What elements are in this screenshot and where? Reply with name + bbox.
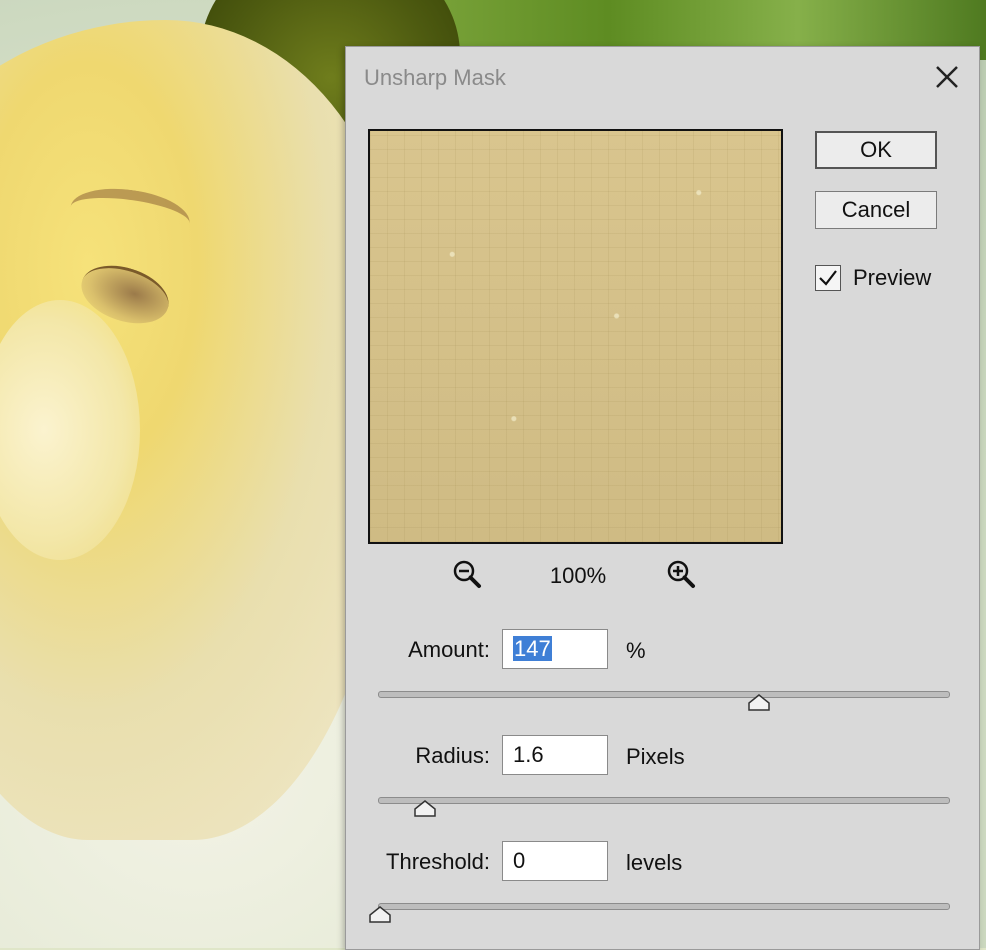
threshold-unit: levels	[626, 850, 683, 875]
zoom-in-icon	[667, 560, 695, 588]
cancel-button[interactable]: Cancel	[815, 191, 937, 229]
radius-input[interactable]: 1.6	[502, 735, 608, 775]
amount-unit: %	[626, 638, 646, 663]
amount-slider[interactable]	[378, 685, 950, 711]
threshold-value: 0	[513, 848, 526, 873]
zoom-controls: 100%	[368, 557, 783, 597]
amount-input[interactable]: 147	[502, 629, 608, 669]
radius-slider[interactable]	[378, 791, 950, 817]
unsharp-mask-dialog: Unsharp Mask 100% OK Cancel Preview Amou…	[345, 46, 980, 950]
preview-checkbox-row[interactable]: Preview	[815, 265, 931, 291]
threshold-slider-track	[378, 903, 950, 910]
amount-slider-thumb-icon[interactable]	[748, 693, 770, 711]
preview-label: Preview	[853, 265, 932, 290]
amount-slider-track	[378, 691, 950, 698]
amount-label: Amount:	[408, 637, 490, 662]
zoom-level: 100%	[549, 563, 607, 588]
radius-value: 1.6	[513, 742, 544, 767]
preview-image[interactable]	[368, 129, 783, 544]
dialog-titlebar[interactable]: Unsharp Mask	[346, 47, 979, 107]
zoom-in-button[interactable]	[666, 559, 696, 589]
checkmark-icon	[819, 270, 837, 286]
threshold-slider-thumb-icon[interactable]	[369, 905, 391, 923]
close-button[interactable]	[931, 61, 963, 93]
dialog-title: Unsharp Mask	[364, 65, 506, 90]
radius-slider-thumb-icon[interactable]	[414, 799, 437, 817]
zoom-out-icon	[453, 560, 481, 588]
threshold-slider[interactable]	[369, 897, 950, 923]
ok-button[interactable]: OK	[815, 131, 937, 169]
zoom-out-button[interactable]	[452, 559, 482, 589]
threshold-input[interactable]: 0	[502, 841, 608, 881]
radius-unit: Pixels	[626, 744, 685, 769]
radius-slider-track	[378, 797, 950, 804]
radius-label: Radius:	[415, 743, 490, 768]
close-icon	[936, 66, 958, 88]
amount-value: 147	[513, 636, 552, 661]
threshold-label: Threshold:	[386, 849, 490, 874]
preview-checkbox[interactable]	[815, 265, 841, 291]
